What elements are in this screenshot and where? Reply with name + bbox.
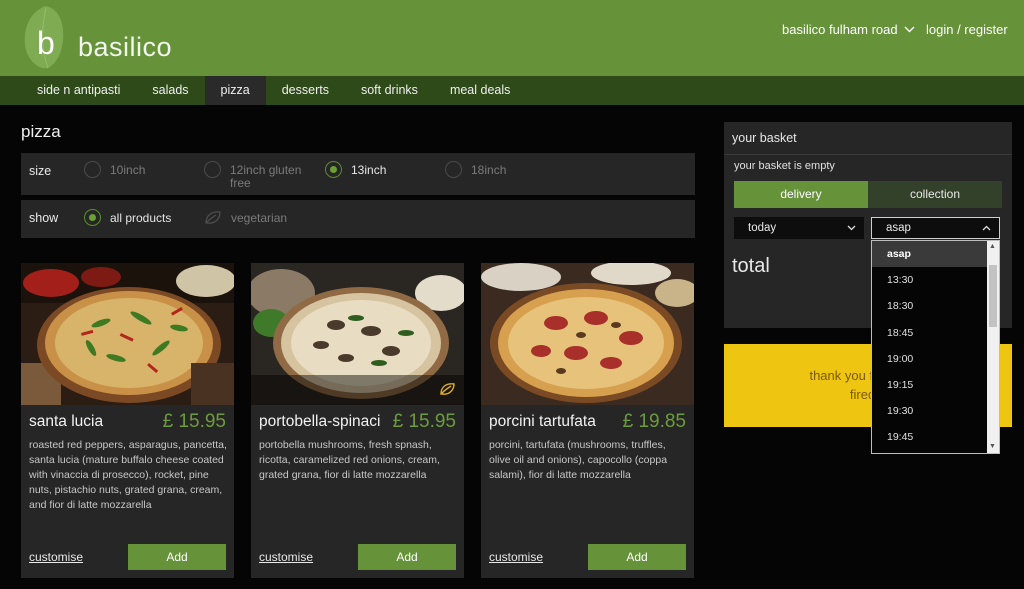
nav-item-side-n-antipasti[interactable]: side n antipasti <box>0 76 136 105</box>
chevron-down-icon <box>904 26 915 33</box>
chevron-down-icon <box>847 225 856 231</box>
vegetarian-leaf-icon <box>440 383 455 395</box>
chevron-up-icon <box>982 225 991 231</box>
show-filter-label: show <box>29 211 59 225</box>
time-option-asap[interactable]: asap <box>872 241 999 268</box>
time-select[interactable]: asap <box>871 217 1000 239</box>
show-option-label: vegetarian <box>231 211 288 225</box>
product-price: £ 19.85 <box>622 411 686 432</box>
add-button[interactable]: Add <box>128 544 226 570</box>
show-option-all-products[interactable]: all products <box>84 209 190 226</box>
time-option[interactable]: 18:45 <box>872 320 999 346</box>
add-button[interactable]: Add <box>358 544 456 570</box>
brand-name[interactable]: basilico <box>78 32 172 63</box>
site-header: b basilico basilico fulham road login / … <box>0 0 1024 76</box>
radio-13inch[interactable] <box>325 161 342 178</box>
time-dropdown-list[interactable]: asap 13:30 18:30 18:45 19:00 19:15 19:30… <box>871 240 1000 454</box>
time-option[interactable]: 19:45 <box>872 424 999 450</box>
nav-item-pizza[interactable]: pizza <box>204 76 266 105</box>
basket-total-label: total <box>732 255 770 277</box>
collection-toggle-button[interactable]: collection <box>868 181 1002 208</box>
time-option[interactable]: 18:30 <box>872 293 999 319</box>
product-description: roasted red peppers, asparagus, pancetta… <box>29 439 227 511</box>
product-image-santa-lucia[interactable] <box>21 263 234 405</box>
size-option-label: 12inch gluten free <box>230 163 302 190</box>
nav-item-meal-deals[interactable]: meal deals <box>434 76 526 105</box>
category-nav: side n antipasti salads pizza desserts s… <box>0 76 1024 105</box>
vegetarian-leaf-icon[interactable] <box>204 209 222 226</box>
product-name: santa lucia <box>29 413 104 430</box>
time-select-value: asap <box>886 222 911 234</box>
product-price: £ 15.95 <box>392 411 456 432</box>
nav-item-salads[interactable]: salads <box>136 76 204 105</box>
customise-link[interactable]: customise <box>259 550 313 564</box>
logo-letter: b <box>37 25 55 61</box>
time-option[interactable]: 19:30 <box>872 398 999 424</box>
size-filter-label: size <box>29 164 52 178</box>
product-description: porcini, tartufata (mushrooms, truffles,… <box>489 439 668 481</box>
time-option[interactable]: 13:30 <box>872 267 999 293</box>
product-name: portobella-spinaci <box>259 413 381 430</box>
scroll-down-arrow-icon[interactable]: ▼ <box>989 443 996 450</box>
size-filter: size 10inch 12inch gluten free 13inch 18… <box>21 153 695 195</box>
divider <box>724 154 1012 155</box>
basket-title: your basket <box>732 131 797 145</box>
product-card: portobella-spinaci £ 15.95 portobella mu… <box>251 263 464 578</box>
nav-item-desserts[interactable]: desserts <box>266 76 345 105</box>
show-option-vegetarian[interactable]: vegetarian <box>204 209 311 226</box>
product-price: £ 15.95 <box>162 411 226 432</box>
size-option-10inch[interactable]: 10inch <box>84 161 190 178</box>
size-option-label: 18inch <box>471 163 507 177</box>
size-option-13inch[interactable]: 13inch <box>325 161 431 178</box>
show-option-label: all products <box>110 211 172 225</box>
show-filter: show all products vegetarian <box>21 200 695 238</box>
basil-leaf-logo-icon[interactable]: b <box>20 2 68 72</box>
size-option-12inch-gluten-free[interactable]: 12inch gluten free <box>204 161 310 190</box>
product-name: porcini tartufata <box>489 413 596 430</box>
customise-link[interactable]: customise <box>29 550 83 564</box>
day-select[interactable]: today <box>734 217 864 239</box>
basket-empty-message: your basket is empty <box>734 160 835 172</box>
product-image-portobella-spinaci[interactable] <box>251 263 464 405</box>
radio-10inch[interactable] <box>84 161 101 178</box>
product-image-porcini-tartufata[interactable] <box>481 263 694 405</box>
store-name: basilico fulham road <box>782 22 898 37</box>
radio-all-products[interactable] <box>84 209 101 226</box>
size-option-label: 10inch <box>110 163 146 177</box>
size-option-18inch[interactable]: 18inch <box>445 161 551 178</box>
customise-link[interactable]: customise <box>489 550 543 564</box>
radio-18inch[interactable] <box>445 161 462 178</box>
scrollbar-thumb[interactable] <box>989 265 997 327</box>
time-option[interactable]: 19:00 <box>872 346 999 372</box>
product-card: porcini tartufata £ 19.85 porcini, tartu… <box>481 263 694 578</box>
size-option-label: 13inch <box>351 163 387 177</box>
page-title: pizza <box>21 122 61 141</box>
product-card: santa lucia £ 15.95 roasted red peppers,… <box>21 263 234 578</box>
delivery-toggle-button[interactable]: delivery <box>734 181 868 208</box>
nav-item-soft-drinks[interactable]: soft drinks <box>345 76 434 105</box>
store-selector[interactable]: basilico fulham road <box>782 22 915 37</box>
product-description: portobella mushrooms, fresh spnash, rico… <box>259 439 440 481</box>
login-register-link[interactable]: login / register <box>926 22 1008 37</box>
dropdown-scrollbar[interactable]: ▲ ▼ <box>987 241 999 453</box>
scroll-up-arrow-icon[interactable]: ▲ <box>989 243 996 250</box>
time-option[interactable]: 19:15 <box>872 372 999 398</box>
day-select-value: today <box>748 222 777 234</box>
radio-12inch-gluten-free[interactable] <box>204 161 221 178</box>
add-button[interactable]: Add <box>588 544 686 570</box>
